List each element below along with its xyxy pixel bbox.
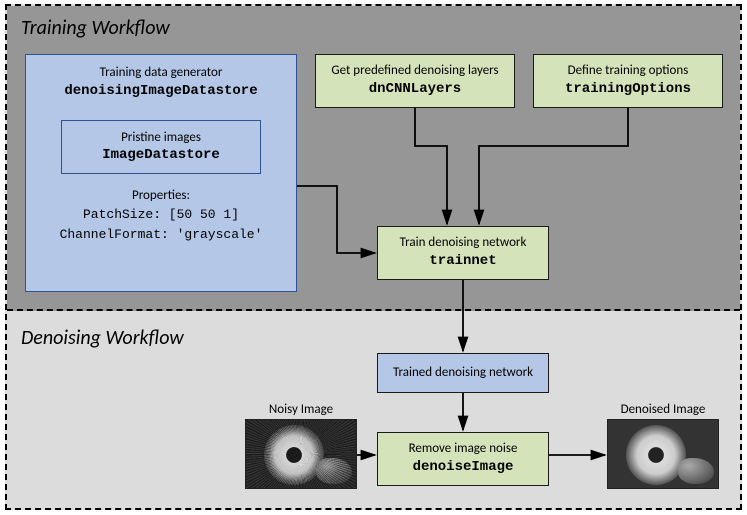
noisy-image-label: Noisy Image [245,402,357,417]
training-data-generator-box: Training data generator denoisingImageDa… [25,54,297,292]
denoised-image-label: Denoised Image [607,402,719,417]
dncnn-layers-box: Get predefined denoising layers dnCNNLay… [315,54,515,108]
generator-code: denoisingImageDatastore [64,82,257,100]
training-workflow-title: Training Workflow [7,6,740,40]
generator-label: Training data generator [100,65,223,82]
train-network-box: Train denoising network trainnet [377,226,549,280]
train-label: Train denoising network [400,235,527,252]
layers-code: dnCNNLayers [369,80,461,98]
trained-label: Trained denoising network [393,365,533,382]
layers-label: Get predefined denoising layers [331,63,498,80]
generator-properties: Properties: PatchSize: [50 50 1] Channel… [60,188,263,244]
props-head: Properties: [60,188,263,203]
denoise-code: denoiseImage [413,458,514,476]
denoise-label: Remove image noise [409,441,518,458]
training-options-box: Define training options trainingOptions [533,54,723,108]
noisy-image [245,419,357,489]
diagram-container: Training Workflow Denoising Workflow Tra… [5,4,742,510]
pristine-images-box: Pristine images ImageDatastore [61,120,261,174]
prop-patchsize: PatchSize: [50 50 1] [60,205,263,225]
pristine-code: ImageDatastore [102,146,220,164]
train-code: trainnet [429,252,496,270]
prop-channelformat: ChannelFormat: 'grayscale' [60,225,263,245]
pristine-label: Pristine images [121,130,201,147]
denoise-image-box: Remove image noise denoiseImage [377,432,549,486]
options-code: trainingOptions [565,80,691,98]
denoising-workflow-title: Denoising Workflow [7,316,184,350]
denoised-image [607,419,719,489]
trained-network-box: Trained denoising network [377,353,549,393]
options-label: Define training options [568,63,689,80]
